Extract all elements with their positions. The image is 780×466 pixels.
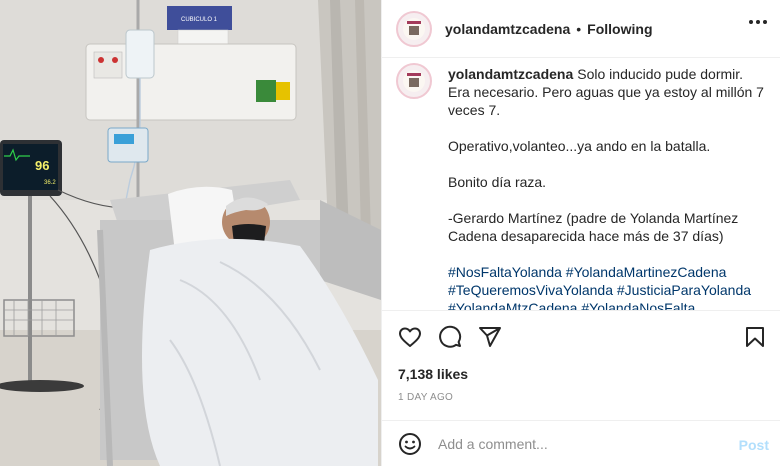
emoji-icon[interactable]	[398, 432, 422, 456]
post-button[interactable]: Post	[739, 437, 769, 453]
monitor-reading-small: 36.2	[44, 180, 56, 186]
caption-area[interactable]: yolandamtzcadena Solo inducido pude dormi…	[382, 59, 780, 310]
caption-paragraph-3: Bonito día raza.	[448, 174, 547, 190]
caption-hashtags[interactable]: #NosFaltaYolanda #YolandaMartinezCadena …	[448, 263, 767, 310]
post-details-panel: yolandamtzcadena • Following yolandamtzc…	[381, 0, 780, 466]
profile-avatar[interactable]	[396, 10, 432, 47]
share-icon[interactable]	[478, 325, 502, 349]
comment-box: Post	[382, 420, 780, 466]
post-header: yolandamtzcadena • Following	[382, 0, 780, 58]
comment-icon[interactable]	[438, 325, 462, 349]
more-options-icon[interactable]	[749, 20, 767, 24]
likes-count[interactable]: 7,138 likes	[398, 366, 468, 382]
caption-username[interactable]: yolandamtzcadena	[448, 66, 573, 82]
hospital-scene-illustration: CUBICULO 1 96 36.2	[0, 0, 381, 466]
comment-input[interactable]	[438, 435, 728, 452]
heart-icon[interactable]	[398, 325, 422, 349]
monitor-reading: 96	[35, 158, 49, 173]
action-bar	[382, 310, 780, 362]
bookmark-icon[interactable]	[743, 325, 767, 349]
room-sign-text: CUBICULO 1	[181, 17, 218, 23]
caption-avatar[interactable]	[396, 63, 432, 99]
header-separator: •	[576, 20, 582, 37]
caption-paragraph-2: Operativo,volanteo...ya ando en la batal…	[448, 138, 711, 154]
header-username[interactable]: yolandamtzcadena	[445, 21, 570, 37]
caption-paragraph-1: yolandamtzcadena Solo inducido pude dormi…	[448, 66, 764, 118]
following-button[interactable]: Following	[587, 21, 652, 37]
post-photo[interactable]: CUBICULO 1 96 36.2	[0, 0, 381, 466]
caption-paragraph-4: -Gerardo Martínez (padre de Yolanda Mart…	[448, 210, 739, 244]
post-timestamp[interactable]: 1 DAY AGO	[398, 392, 453, 403]
caption-text: yolandamtzcadena Solo inducido pude dormi…	[448, 65, 767, 310]
